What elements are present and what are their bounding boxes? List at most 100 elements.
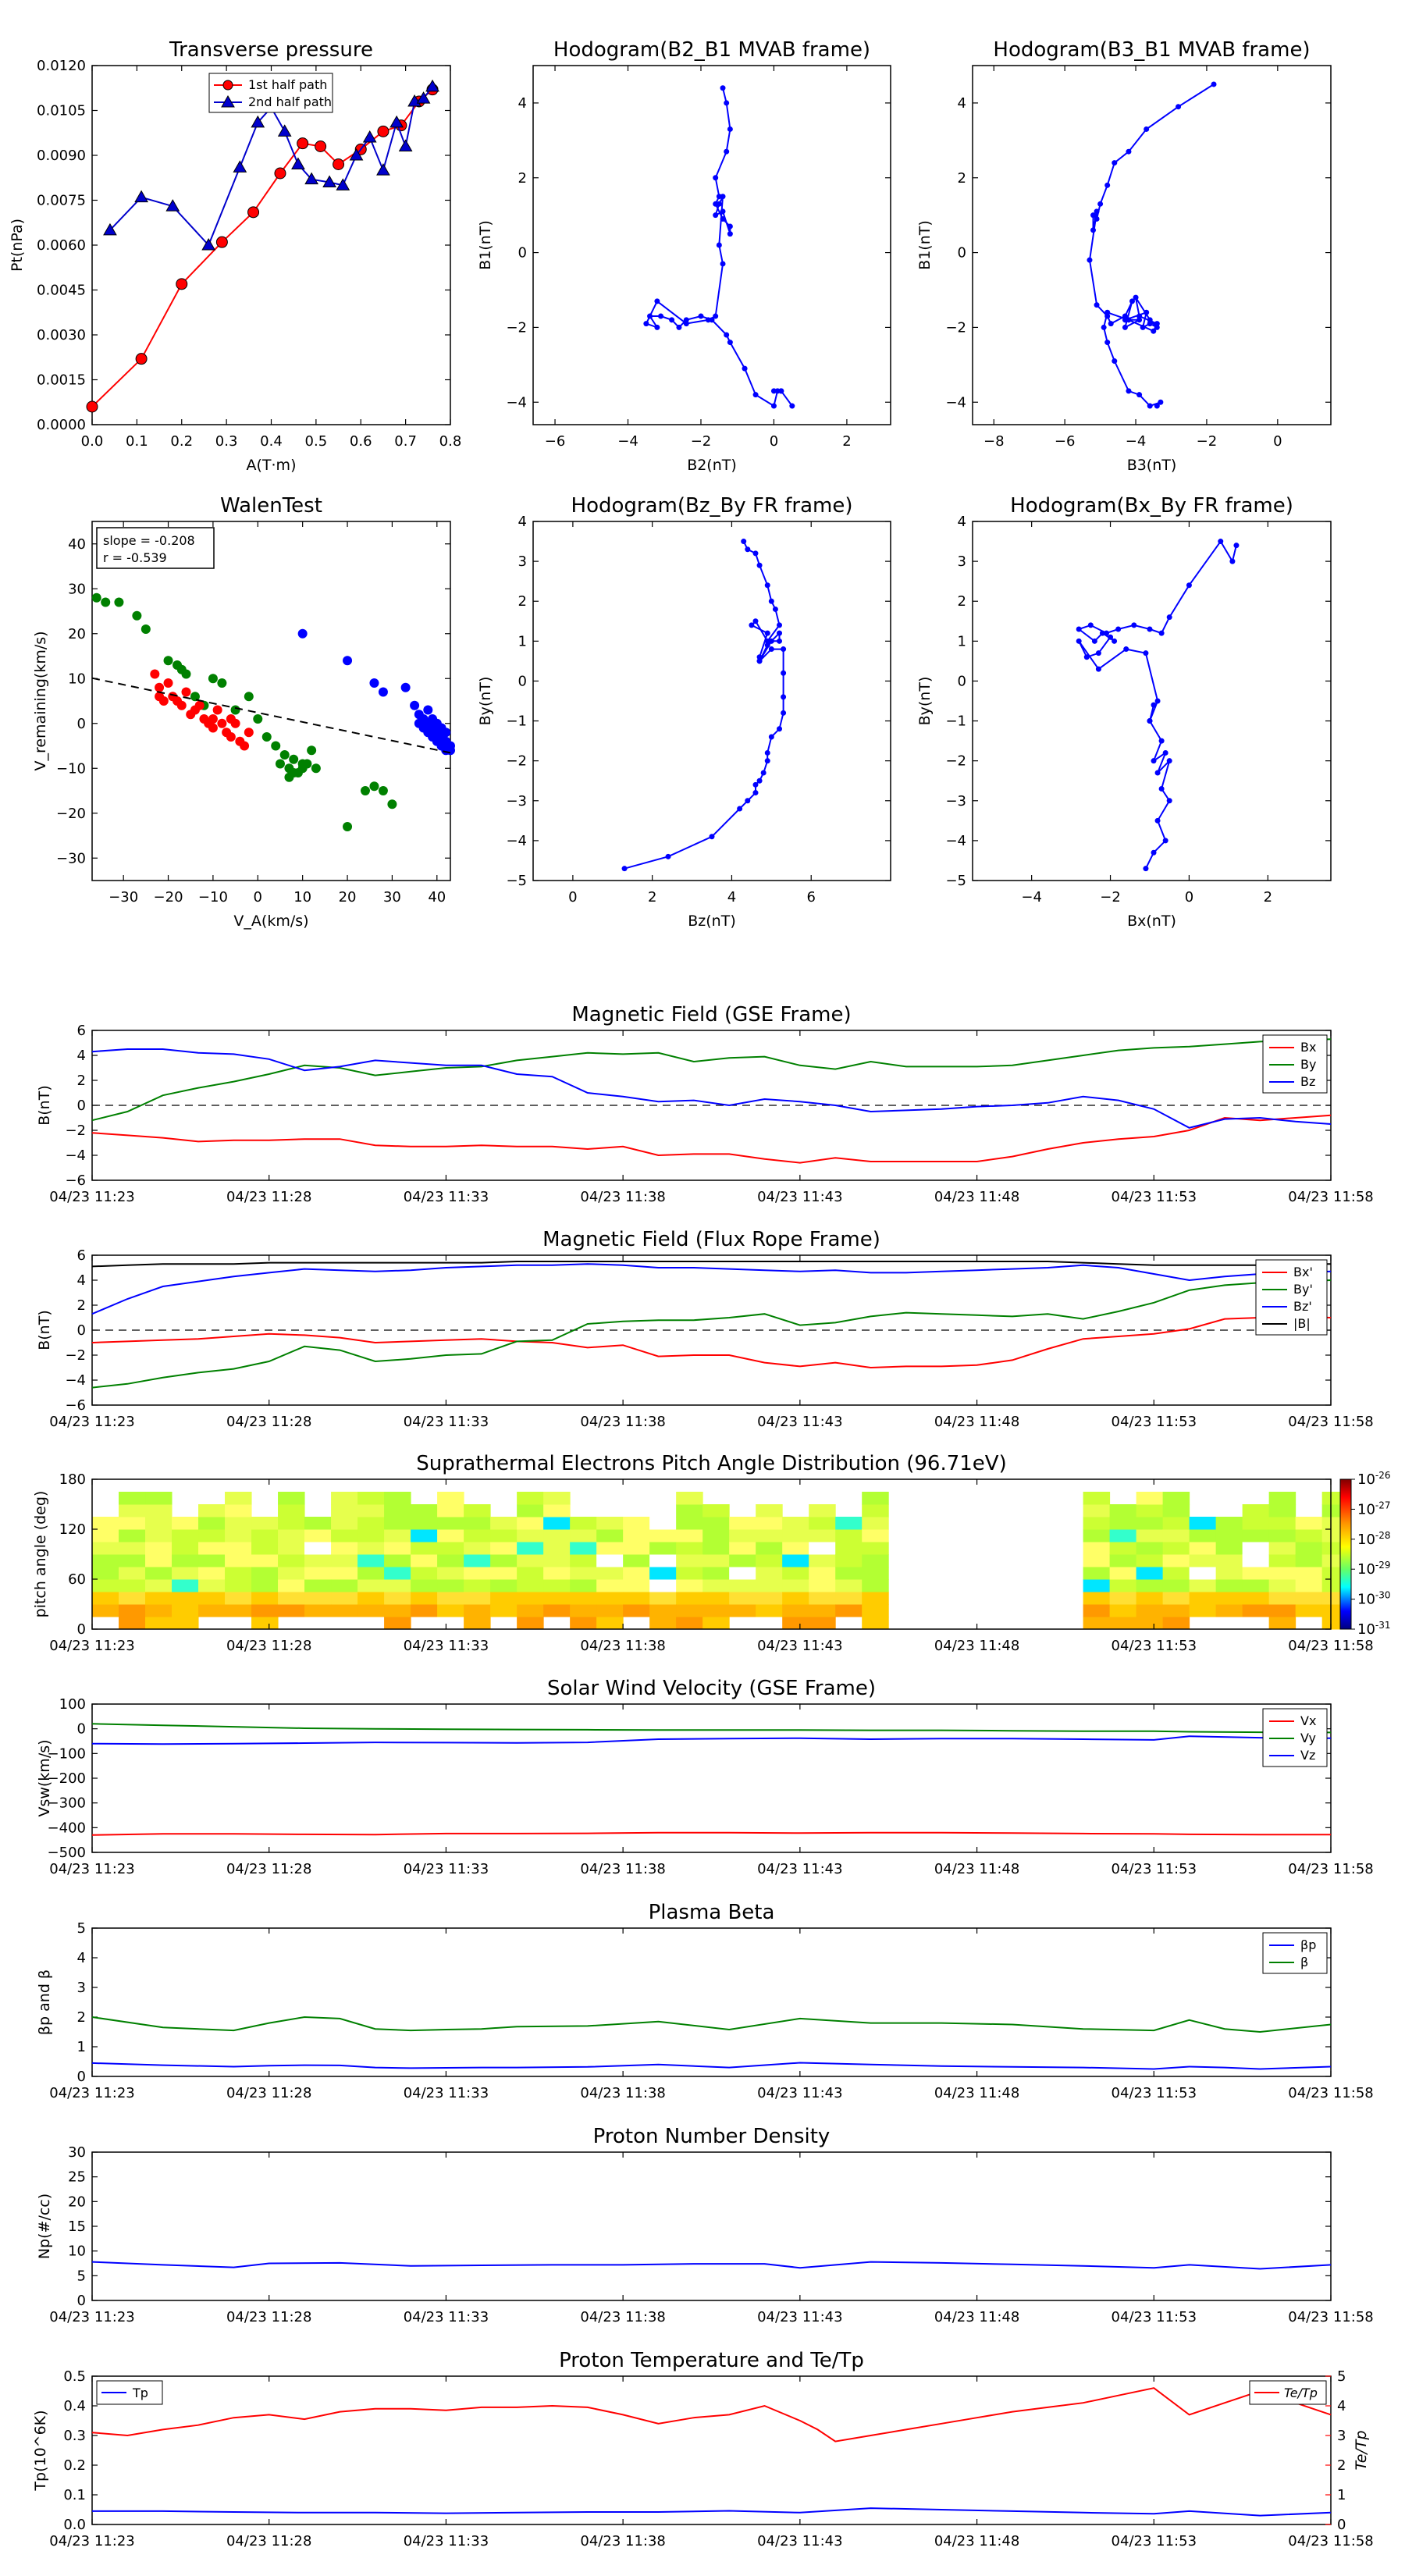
data-point: [752, 392, 759, 398]
data-point: [752, 618, 759, 624]
heatmap-cell: [304, 1579, 332, 1592]
heatmap-cell: [1109, 1579, 1137, 1592]
legend-label: Bx: [1300, 1040, 1316, 1055]
walen-test-panel: −30 −20 −10 0 10 20 30 40 −30 −20 −10 0 10 20 30 40 Wale…: [32, 494, 455, 930]
data-point: [1095, 666, 1101, 672]
heatmap-cell: [278, 1529, 305, 1542]
y-tick-label: 0.0045: [37, 283, 86, 299]
y-tick-label: 2: [77, 1297, 86, 1314]
x-tick-label: 0.1: [126, 433, 148, 450]
heatmap-cell: [862, 1617, 889, 1630]
heatmap-cell: [145, 1529, 173, 1542]
heatmap-cell: [384, 1567, 411, 1580]
x-tick-label: 04/23 11:58: [1288, 1861, 1373, 1877]
colorbar-tick-label: 10-29: [1357, 1560, 1391, 1578]
y-axis-label: B1(nT): [477, 220, 494, 270]
scatter-point: [343, 822, 353, 831]
heatmap-cell: [1136, 1567, 1164, 1580]
heatmap-cell: [517, 1617, 544, 1630]
x-tick-label: 04/23 11:48: [934, 1638, 1019, 1654]
x-tick-label: 04/23 11:38: [580, 1861, 665, 1877]
heatmap-cell: [1189, 1517, 1217, 1530]
x-tick-label: 04/23 11:38: [580, 1638, 665, 1654]
data-point: [1154, 817, 1161, 824]
heatmap-cell: [198, 1567, 226, 1580]
heatmap-cell: [119, 1617, 146, 1630]
heatmap-cell: [1242, 1517, 1270, 1530]
series-line: [92, 2507, 1332, 2517]
y-tick-label: 10: [68, 671, 86, 687]
y-tick-label: −4: [945, 394, 966, 411]
panel-title: Plasma Beta: [649, 1901, 775, 1924]
heatmap-cell: [596, 1517, 624, 1530]
y-tick-label: 2: [77, 2009, 86, 2026]
heatmap-cell: [331, 1542, 358, 1555]
x-tick-label: 0.2: [170, 433, 193, 450]
y-tick-label: −2: [65, 1123, 86, 1139]
annotation-text: slope = -0.208: [103, 533, 195, 548]
scatter-point: [140, 624, 151, 634]
data-point: [1091, 638, 1097, 644]
y-axis-label: Pt(nPa): [9, 219, 26, 272]
heatmap-cell: [1189, 1592, 1217, 1605]
y-right-tick-label: 4: [1337, 2398, 1346, 2414]
y-tick-label: −2: [65, 1347, 86, 1364]
y-tick-label: 0.5: [63, 2368, 86, 2385]
y-tick-label: 40: [68, 536, 86, 553]
x-tick-label: 0.0: [81, 433, 104, 450]
x-tick-label: 0.8: [439, 433, 462, 450]
data-point: [676, 324, 682, 330]
heatmap-cell: [570, 1604, 597, 1617]
heatmap-cell: [729, 1529, 756, 1542]
heatmap-cell: [331, 1554, 358, 1567]
figure-canvas: 0.0 0.1 0.2 0.3 0.4 0.5 0.6 0.7 0.80.00000.00150…: [9, 38, 1391, 2549]
heatmap-cell: [92, 1592, 119, 1605]
heatmap-cell: [145, 1604, 173, 1617]
x-tick-label: 0.4: [260, 433, 283, 450]
data-point: [398, 139, 413, 151]
heatmap-cell: [1215, 1567, 1243, 1580]
x-tick-label: 6: [806, 889, 815, 906]
data-point: [768, 638, 774, 644]
scatter-point: [226, 732, 236, 742]
heatmap-cell: [702, 1592, 730, 1605]
y-tick-label: 20: [68, 626, 86, 642]
panel-title: WalenTest: [220, 494, 322, 518]
data-point: [277, 124, 292, 137]
x-tick-label: 04/23 11:48: [934, 2309, 1019, 2325]
y-tick-label: 0: [958, 245, 966, 262]
heatmap-cell: [145, 1517, 173, 1530]
heatmap-cell: [835, 1604, 863, 1617]
y-axis-label: B(nT): [36, 1310, 53, 1350]
heatmap-cell: [543, 1504, 571, 1517]
heatmap-cell: [676, 1542, 703, 1555]
data-point: [1097, 201, 1104, 207]
heatmap-cell: [517, 1504, 544, 1517]
data-point: [1126, 148, 1132, 155]
data-point: [716, 201, 722, 207]
plasma-beta-panel: 04/23 11:23 04/23 11:28 04/23 11:33 04/23 1…: [36, 1901, 1374, 2101]
heatmap-cell: [1295, 1592, 1323, 1605]
heatmap-cell: [702, 1604, 730, 1617]
heatmap-cell: [1136, 1517, 1164, 1530]
data-point: [752, 790, 759, 796]
colorbar-tick-label: 10-31: [1357, 1620, 1391, 1638]
heatmap-cell: [278, 1492, 305, 1505]
heatmap-cell: [756, 1529, 783, 1542]
x-tick-label: −2: [1197, 433, 1218, 450]
heatmap-cell: [1268, 1567, 1297, 1580]
heatmap-cell: [543, 1542, 571, 1555]
x-tick-label: 2: [842, 433, 851, 450]
heatmap-cell: [437, 1554, 464, 1567]
fit-line: [91, 677, 451, 754]
data-point: [1186, 582, 1192, 589]
heatmap-cell: [464, 1542, 491, 1555]
colorbar-tick-label: 10-26: [1357, 1470, 1391, 1488]
legend-label: |B|: [1293, 1316, 1311, 1331]
series-line: [91, 1048, 1332, 1129]
heatmap-cell: [676, 1604, 703, 1617]
heatmap-cell: [1136, 1529, 1164, 1542]
x-tick-label: 2: [1264, 889, 1272, 906]
x-tick-label: 0.5: [305, 433, 328, 450]
x-tick-label: 04/23 11:58: [1288, 1414, 1373, 1430]
